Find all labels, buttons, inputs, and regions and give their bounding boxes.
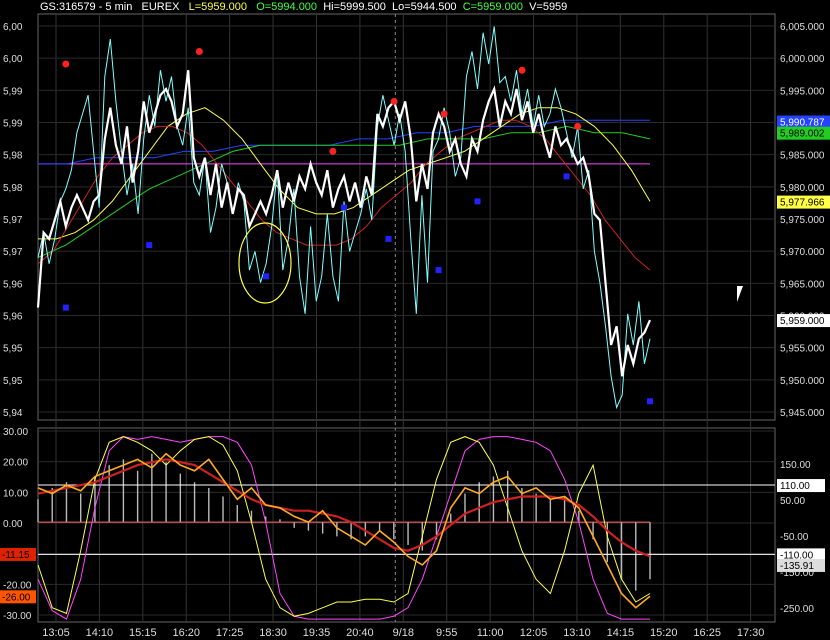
last-label: L=5959.000 — [188, 1, 248, 13]
price-dot-down — [341, 204, 347, 211]
x-tick-label: 18:30 — [259, 627, 287, 639]
high-label: Hi=5999.500 — [323, 1, 386, 13]
osc-left-value-label: -11.15 — [2, 550, 30, 561]
x-tick-label: 11:00 — [477, 627, 504, 639]
x-tick-label: 9/18 — [393, 627, 414, 639]
price-dot-up — [62, 60, 70, 68]
price-y-tick-left: 5,95 — [3, 376, 23, 387]
osc-y-tick-left: 20.00 — [3, 458, 28, 469]
exchange-label: EUREX — [141, 1, 180, 13]
price-dot-down — [146, 242, 153, 249]
price-y-tick-left: 6,00 — [3, 54, 23, 65]
price-y-tick-left: 5,97 — [3, 215, 23, 226]
price-y-tick-right: 6,000.000 — [780, 54, 825, 65]
price-y-tick-left: 6,00 — [3, 22, 23, 33]
price-y-tick-left: 5,96 — [3, 312, 23, 323]
osc-y-tick-right: 50.00 — [780, 496, 805, 507]
x-tick-label: 14:10 — [86, 627, 114, 639]
volume-label: V=5959 — [529, 1, 568, 13]
mouse-cursor-icon — [737, 286, 749, 302]
x-tick-label: 16:20 — [172, 627, 200, 639]
x-tick-label: 12:05 — [520, 627, 548, 639]
price-y-tick-right: 5,955.000 — [780, 344, 825, 355]
price-value-label: 5,989.002 — [780, 129, 825, 140]
price-y-tick-right: 5,950.000 — [780, 376, 825, 387]
price-series-line — [37, 26, 651, 410]
chart-header: GS:316579 - 5 min EUREX L=5959.000 O=599… — [40, 1, 567, 13]
price-dot-up — [329, 147, 337, 155]
price-y-tick-right: 5,965.000 — [780, 279, 825, 290]
price-y-tick-left: 5,94 — [3, 408, 23, 419]
oscillator-panel-frame — [37, 427, 776, 623]
price-y-tick-left: 5,95 — [3, 344, 23, 355]
osc-y-tick-left: 10.00 — [3, 488, 28, 499]
osc-y-tick-left: 30.00 — [3, 427, 28, 438]
price-y-tick-right: 5,970.000 — [780, 247, 825, 258]
price-y-tick-right: 5,945.000 — [780, 408, 825, 419]
price-y-tick-left: 5,98 — [3, 151, 23, 162]
x-tick-label: 17:30 — [737, 627, 765, 639]
price-dot-up — [440, 110, 448, 118]
low-label: Lo=5944.500 — [392, 1, 457, 13]
x-tick-label: 9:55 — [436, 627, 457, 639]
price-dot-down — [263, 273, 270, 280]
price-dot-down — [62, 304, 69, 311]
osc-y-tick-right: -250.00 — [780, 604, 814, 615]
x-tick-label: 16:25 — [693, 627, 721, 639]
osc-series-line — [37, 436, 650, 620]
x-tick-label: 20:40 — [346, 627, 374, 639]
price-y-tick-right: 5,995.000 — [780, 86, 825, 97]
price-dot-down — [563, 173, 570, 180]
price-dot-down — [385, 235, 392, 242]
annotation-ellipse — [238, 222, 292, 304]
osc-y-tick-left: -30.00 — [3, 611, 32, 622]
osc-y-tick-right: -50.00 — [780, 532, 809, 543]
price-y-tick-left: 5,98 — [3, 183, 23, 194]
price-value-label: 5,977.966 — [780, 198, 825, 209]
symbol-label: GS:316579 - 5 min — [40, 1, 133, 13]
osc-series-line — [37, 458, 651, 558]
x-tick-label: 15:15 — [129, 627, 157, 639]
x-tick-label: 19:35 — [303, 627, 331, 639]
price-y-tick-left: 5,99 — [3, 119, 23, 130]
price-y-tick-left: 5,97 — [3, 247, 23, 258]
price-y-tick-left: 5,96 — [3, 279, 23, 290]
price-y-tick-right: 5,980.000 — [780, 183, 825, 194]
price-dot-up — [195, 47, 203, 55]
price-dot-up — [518, 66, 526, 74]
price-dot-up — [574, 122, 582, 130]
price-dot-down — [435, 267, 442, 274]
osc-right-value-label: 110.00 — [780, 481, 810, 492]
price-value-label: 5,959.000 — [780, 316, 825, 327]
price-dot-down — [647, 398, 653, 405]
x-tick-label: 14:15 — [607, 627, 635, 639]
open-label: O=5994.000 — [256, 1, 318, 13]
x-tick-label: 13:05 — [42, 627, 70, 639]
osc-y-tick-left: 0.00 — [3, 519, 23, 530]
price-dot-up — [390, 97, 398, 105]
x-tick-label: 15:20 — [650, 627, 678, 639]
price-y-tick-left: 5,99 — [3, 86, 23, 97]
price-and-oscillator-chart: 13:05 14:10 15:15 16:20 17:25 18:30 19:35 20:40… — [0, 13, 830, 639]
close-label: C=5959.000 — [462, 1, 523, 13]
osc-left-value-label: -26.00 — [2, 592, 31, 603]
x-tick-label: 13:10 — [563, 627, 591, 639]
price-panel-frame — [37, 13, 776, 421]
price-series-line — [37, 119, 651, 271]
price-y-tick-right: 6,005.000 — [780, 22, 825, 33]
x-tick-label: 17:25 — [216, 627, 244, 639]
price-y-tick-right: 5,985.000 — [780, 151, 825, 162]
price-y-tick-right: 5,975.000 — [780, 215, 825, 226]
osc-y-tick-right: 150.00 — [780, 460, 811, 471]
price-dot-down — [474, 198, 481, 205]
osc-series-line — [37, 436, 651, 617]
osc-right-value-label: -135.91 — [780, 561, 814, 572]
price-series-line — [36, 70, 652, 377]
osc-y-tick-left: -20.00 — [3, 580, 32, 591]
